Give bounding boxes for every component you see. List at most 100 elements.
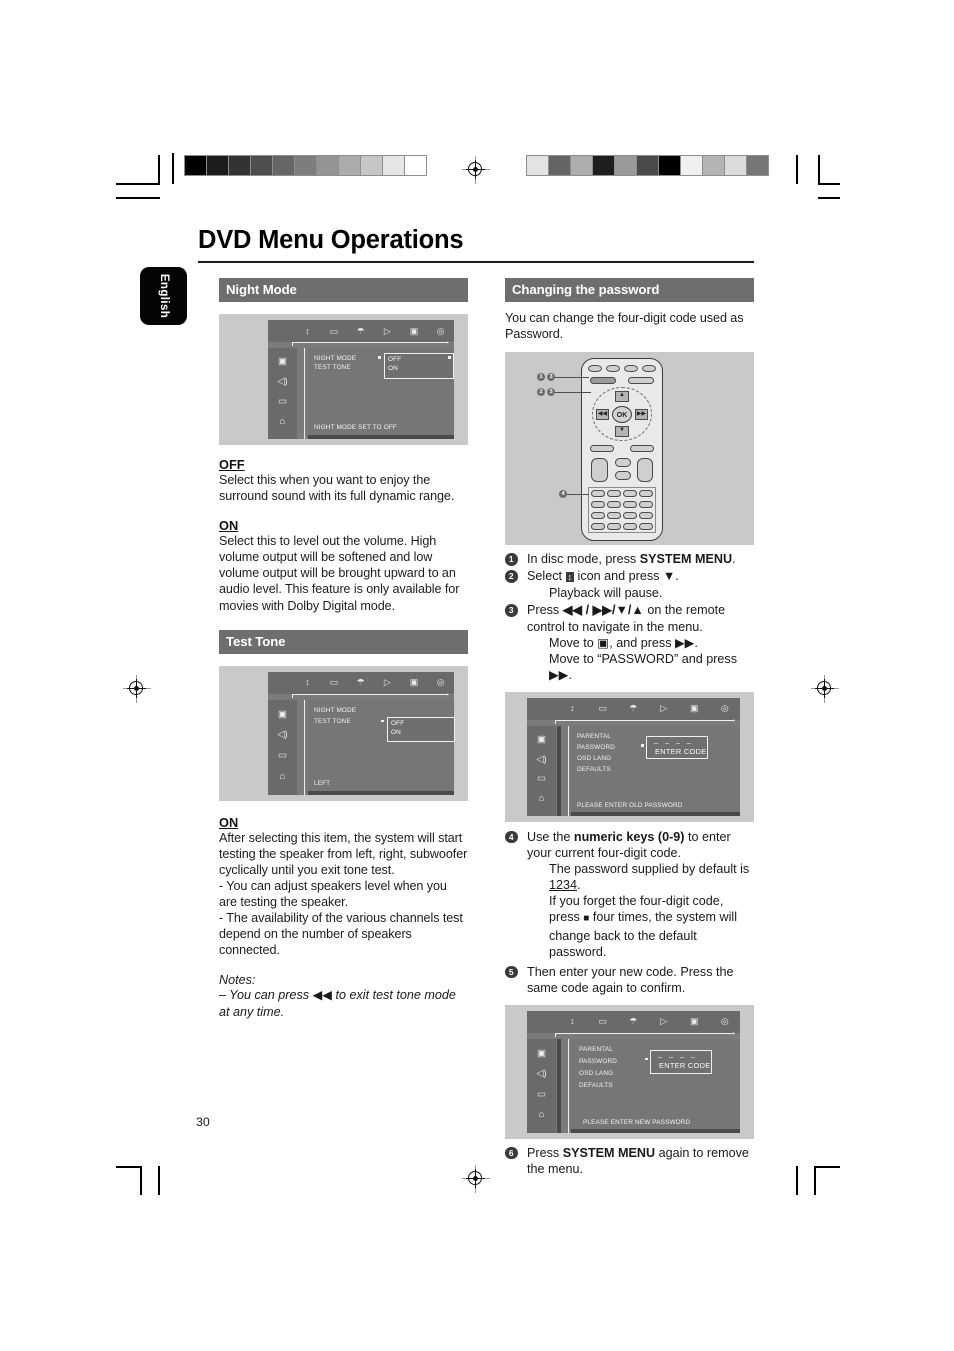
test-tone-bullet-2: - The availability of the various channe… [219,911,463,958]
osd-top-icon-4: ▣ [409,677,419,688]
remote-button-stop [615,471,631,481]
remote-button-down: ▼ [615,426,629,438]
callout-marker-3a: 3 [547,373,555,382]
callout-line-2 [555,392,591,394]
osd-side-icon-0: ▣ [278,356,287,368]
callout-marker-1: 1 [537,373,545,382]
section-header-night-mode: Night Mode [219,278,468,302]
step-text: In disc mode, press SYSTEM MENU. [527,551,754,567]
wedge-patch [637,156,659,175]
remote-key-1 [591,490,605,498]
osd-bottom-shade [308,790,454,795]
wedge-patch [725,156,747,175]
remote-key-5 [607,501,621,509]
osd-top-icon-bar: ↕ ▭ ☂ ▷ ▣ ◎ [268,671,454,694]
wedge-patch [229,156,251,175]
callout-line-4 [567,494,589,496]
step-text-bold: SYSTEM MENU [562,1145,656,1160]
remote-button-mid-left [590,445,614,453]
wedge-patch [273,156,295,175]
notes-label: Notes: [219,973,256,988]
osd-side-icon-2: ▭ [278,395,287,407]
callout-marker-2: 2 [537,388,545,397]
remote-button-system-menu [590,377,616,385]
osd-top-icon-2: ☂ [356,677,365,688]
remote-key-9 [623,512,637,520]
step-text-bold: numeric keys (0-9) [573,829,685,844]
callout-marker-3b: 3 [547,388,555,397]
remote-key-2 [607,490,621,498]
wedge-patch [527,156,549,175]
steps-list-part-2: 4 Use the numeric keys (0-9) to enter yo… [505,829,754,996]
step-text: Use the numeric keys (0-9) to enter your… [527,829,754,861]
step-1: 1 In disc mode, press SYSTEM MENU. [505,551,754,567]
osd-menu-item-parental: PARENTAL [577,732,611,740]
night-mode-on-text: Select this to level out the volume. Hig… [219,534,460,613]
rewind-icon: ◀◀ [312,988,332,1003]
remote-key-side-3 [639,512,653,520]
step-text: Then enter your new code. Press the same… [527,964,754,996]
step-5: 5 Then enter your new code. Press the sa… [505,964,754,996]
osd-top-icon-2: ☂ [629,703,638,714]
crop-mark-bleed-left [172,153,174,184]
osd-top-icon-5: ◎ [436,325,445,336]
step-text-pre: Use the [527,829,574,844]
osd-menu-item-test-tone: TEST TONE [314,717,351,725]
osd-side-icon-bar: ▣ ◁) ▭ ⌂ [527,1038,556,1133]
crop-mark-top-right-h [818,183,840,185]
step-4-sub-2: If you forget the four-digit code, press… [527,893,754,959]
osd-side-icon-2: ▭ [537,773,546,785]
osd-selection-marker [641,743,644,747]
osd-code-dashes: – – – – [654,737,694,747]
osd-top-icon-0: ↕ [305,325,310,336]
remote-button-top-3 [624,365,638,373]
wedge-patch [593,156,615,175]
osd-top-icon-4: ▣ [409,325,419,336]
osd-bottom-shade [571,811,740,816]
osd-status-text: NIGHT MODE SET TO OFF [314,424,397,431]
remote-key-side-1 [639,490,653,498]
remote-button-play [615,458,631,468]
crop-mark-top-left-h [116,183,160,185]
osd-popup-marker [448,356,451,359]
osd-top-icon-0: ↕ [570,1016,575,1027]
right-column: Changing the password You can change the… [505,278,754,1178]
remote-key-hash [623,523,637,531]
crop-mark-top-left-h2 [116,197,160,199]
crop-mark-bottom-left-v2 [140,1166,142,1195]
callout-marker-4: 4 [559,490,567,499]
osd-side-icon-3: ⌂ [279,415,286,427]
step-text: Select ↕ icon and press ▼. [527,568,754,585]
osd-side-icon-0: ▣ [278,708,287,720]
wedge-patch [549,156,571,175]
step-3-sub-2: Move to “PASSWORD” and press ▶▶. [549,651,738,682]
wedge-patch [405,156,426,175]
wedge-patch [207,156,229,175]
osd-side-icon-bar: ▣ ◁) ▭ ⌂ [268,699,297,795]
osd-status-text: PLEASE ENTER OLD PASSWORD [577,801,683,809]
section-header-changing-password: Changing the password [505,278,754,302]
osd-selection-marker [381,719,384,723]
wedge-patch [571,156,593,175]
osd-top-icon-bar: ↕ ▭ ☂ ▷ ▣ ◎ [527,1010,740,1033]
step-3-sub-1: Move to ▣, and press ▶▶. [549,635,698,650]
osd-menu-item-password: PASSWORD [577,743,616,751]
steps-list-part-1: 1 In disc mode, press SYSTEM MENU. 2 Sel… [505,551,754,683]
osd-menu-item-password: PASSWORD [579,1057,618,1065]
osd-side-icon-1: ◁) [277,729,288,741]
wedge-patch [339,156,361,175]
osd-enter-code-label: ENTER CODE [659,1060,711,1070]
osd-screenshot-old-password: ↕▭☂▷▣◎ → ▣◁)▭⌂ PARENTAL PASSWORD OSD LAN… [505,691,754,822]
crop-mark-top-right-v2 [818,155,820,184]
osd-code-dashes: – – – – [658,1051,698,1061]
step-number: 5 [505,965,518,979]
osd-side-icon-0: ▣ [537,1047,546,1059]
wedge-patch [615,156,637,175]
osd-side-icon-3: ⌂ [538,1109,545,1121]
remote-button-disc-menu [628,377,654,385]
remote-key-4 [591,501,605,509]
section-header-test-tone: Test Tone [219,629,468,654]
remote-button-rewind: ◀◀ [596,409,609,421]
osd-side-icon-1: ◁) [536,1068,547,1080]
crop-mark-bottom-right-v [796,1166,798,1195]
